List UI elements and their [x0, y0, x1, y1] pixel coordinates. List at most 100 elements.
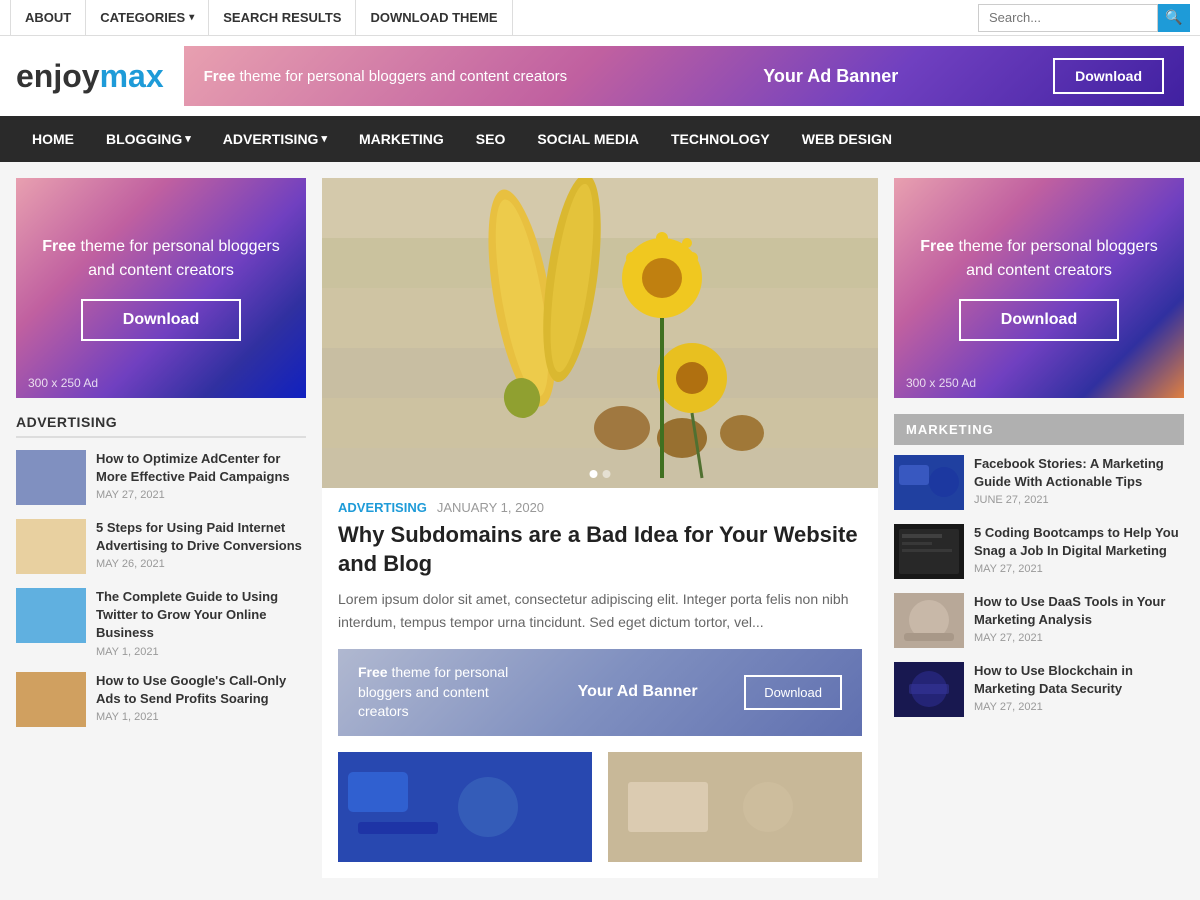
article-date: MAY 1, 2021	[96, 711, 306, 723]
right-article-info: How to Use DaaS Tools in Your Marketing …	[974, 593, 1184, 644]
search-button[interactable]: 🔍	[1158, 4, 1190, 32]
hero-title[interactable]: Why Subdomains are a Bad Idea for Your W…	[322, 521, 878, 578]
article-date: MAY 27, 2021	[96, 489, 306, 501]
inline-banner-text: Free theme for personal bloggers and con…	[358, 663, 531, 722]
mainnav-web-design[interactable]: WEB DESIGN	[786, 116, 908, 162]
right-article-date: MAY 27, 2021	[974, 563, 1184, 575]
left-ad-text: Free theme for personal bloggers and con…	[36, 235, 286, 283]
header-banner-ad-label: Your Ad Banner	[628, 66, 1033, 87]
right-article-title[interactable]: Facebook Stories: A Marketing Guide With…	[974, 455, 1184, 491]
right-ad-text: Free theme for personal bloggers and con…	[914, 235, 1164, 283]
right-article-thumb	[894, 662, 964, 717]
inline-banner-ad-label: Your Ad Banner	[551, 683, 724, 701]
list-item: Facebook Stories: A Marketing Guide With…	[894, 455, 1184, 510]
list-item: How to Use DaaS Tools in Your Marketing …	[894, 593, 1184, 648]
mainnav-seo[interactable]: SEO	[460, 116, 522, 162]
header-banner-download-button[interactable]: Download	[1053, 58, 1164, 94]
article-info: How to Use Google's Call-Only Ads to Sen…	[96, 672, 306, 723]
hero-dot	[603, 470, 611, 478]
right-ad-block: Free theme for personal bloggers and con…	[894, 178, 1184, 398]
list-item: 5 Coding Bootcamps to Help You Snag a Jo…	[894, 524, 1184, 579]
chevron-down-icon: ▾	[321, 116, 327, 162]
hero-date: JANUARY 1, 2020	[437, 500, 544, 515]
top-nav: ABOUT CATEGORIES ▾ SEARCH RESULTS DOWNLO…	[0, 0, 1200, 36]
small-article-2	[608, 752, 862, 862]
right-article-title[interactable]: How to Use DaaS Tools in Your Marketing …	[974, 593, 1184, 629]
small-article-1	[338, 752, 592, 862]
right-section-title: MARKETING	[894, 414, 1184, 445]
right-article-title[interactable]: How to Use Blockchain in Marketing Data …	[974, 662, 1184, 698]
hero-dot-active	[590, 470, 598, 478]
inline-banner-download-button[interactable]: Download	[744, 675, 842, 710]
mainnav-home[interactable]: HOME	[16, 116, 90, 162]
right-sidebar: Free theme for personal bloggers and con…	[894, 178, 1184, 878]
right-article-info: 5 Coding Bootcamps to Help You Snag a Jo…	[974, 524, 1184, 575]
left-article-list: How to Optimize AdCenter for More Effect…	[16, 450, 306, 727]
chevron-down-icon: ▾	[189, 0, 194, 36]
small-article-image	[608, 752, 862, 862]
right-article-date: MAY 27, 2021	[974, 701, 1184, 713]
advertising-section-title: ADVERTISING	[16, 414, 306, 438]
hero-dots	[590, 470, 611, 478]
article-title[interactable]: 5 Steps for Using Paid Internet Advertis…	[96, 519, 306, 555]
main-content: Free theme for personal bloggers and con…	[0, 162, 1200, 894]
list-item: How to Use Blockchain in Marketing Data …	[894, 662, 1184, 717]
hero-category[interactable]: ADVERTISING	[338, 500, 427, 515]
article-date: MAY 1, 2021	[96, 646, 306, 658]
article-info: The Complete Guide to Using Twitter to G…	[96, 588, 306, 658]
chevron-down-icon: ▾	[185, 116, 191, 162]
logo[interactable]: enjoymax	[16, 58, 164, 95]
right-article-date: JUNE 27, 2021	[974, 494, 1184, 506]
list-item: The Complete Guide to Using Twitter to G…	[16, 588, 306, 658]
right-article-thumb	[894, 593, 964, 648]
left-ad-block: Free theme for personal bloggers and con…	[16, 178, 306, 398]
left-ad-download-button[interactable]: Download	[81, 299, 241, 341]
article-thumb	[16, 519, 86, 574]
right-ad-download-button[interactable]: Download	[959, 299, 1119, 341]
hero-meta: ADVERTISING JANUARY 1, 2020	[322, 500, 878, 515]
top-nav-item-download[interactable]: DOWNLOAD THEME	[356, 0, 512, 36]
mainnav-technology[interactable]: TECHNOLOGY	[655, 116, 786, 162]
site-header: enjoymax Free theme for personal blogger…	[0, 36, 1200, 116]
list-item: How to Use Google's Call-Only Ads to Sen…	[16, 672, 306, 727]
mainnav-blogging[interactable]: BLOGGING ▾	[90, 116, 207, 162]
mainnav-marketing[interactable]: MARKETING	[343, 116, 460, 162]
top-nav-item-search[interactable]: SEARCH RESULTS	[209, 0, 356, 36]
mainnav-social-media[interactable]: SOCIAL MEDIA	[521, 116, 655, 162]
list-item: How to Optimize AdCenter for More Effect…	[16, 450, 306, 505]
right-article-info: Facebook Stories: A Marketing Guide With…	[974, 455, 1184, 506]
list-item: 5 Steps for Using Paid Internet Advertis…	[16, 519, 306, 574]
logo-max: max	[100, 58, 164, 94]
left-sidebar: Free theme for personal bloggers and con…	[16, 178, 306, 878]
right-article-title[interactable]: 5 Coding Bootcamps to Help You Snag a Jo…	[974, 524, 1184, 560]
hero-image-placeholder	[322, 178, 878, 488]
small-article-image	[338, 752, 592, 862]
article-title[interactable]: The Complete Guide to Using Twitter to G…	[96, 588, 306, 643]
article-title[interactable]: How to Optimize AdCenter for More Effect…	[96, 450, 306, 486]
top-nav-item-categories[interactable]: CATEGORIES ▾	[86, 0, 209, 36]
mainnav-advertising[interactable]: ADVERTISING ▾	[207, 116, 343, 162]
right-article-thumb	[894, 455, 964, 510]
article-title[interactable]: How to Use Google's Call-Only Ads to Sen…	[96, 672, 306, 708]
logo-enjoy: enjoy	[16, 58, 100, 94]
article-thumb	[16, 672, 86, 727]
right-article-list: Facebook Stories: A Marketing Guide With…	[894, 455, 1184, 717]
right-article-thumb	[894, 524, 964, 579]
main-nav: HOME BLOGGING ▾ ADVERTISING ▾ MARKETING …	[0, 116, 1200, 162]
top-nav-search: 🔍	[978, 4, 1190, 32]
right-ad-size: 300 x 250 Ad	[906, 376, 976, 390]
top-nav-item-about[interactable]: ABOUT	[10, 0, 86, 36]
search-input[interactable]	[978, 4, 1158, 32]
article-info: 5 Steps for Using Paid Internet Advertis…	[96, 519, 306, 570]
article-date: MAY 26, 2021	[96, 558, 306, 570]
center-content: ADVERTISING JANUARY 1, 2020 Why Subdomai…	[322, 178, 878, 878]
inline-banner: Free theme for personal bloggers and con…	[338, 649, 862, 736]
hero-excerpt: Lorem ipsum dolor sit amet, consectetur …	[322, 588, 878, 633]
hero-image	[322, 178, 878, 488]
header-banner-text: Free theme for personal bloggers and con…	[204, 66, 609, 87]
right-article-info: How to Use Blockchain in Marketing Data …	[974, 662, 1184, 713]
article-thumb	[16, 450, 86, 505]
header-banner: Free theme for personal bloggers and con…	[184, 46, 1184, 106]
small-articles-row	[338, 752, 862, 862]
article-info: How to Optimize AdCenter for More Effect…	[96, 450, 306, 501]
